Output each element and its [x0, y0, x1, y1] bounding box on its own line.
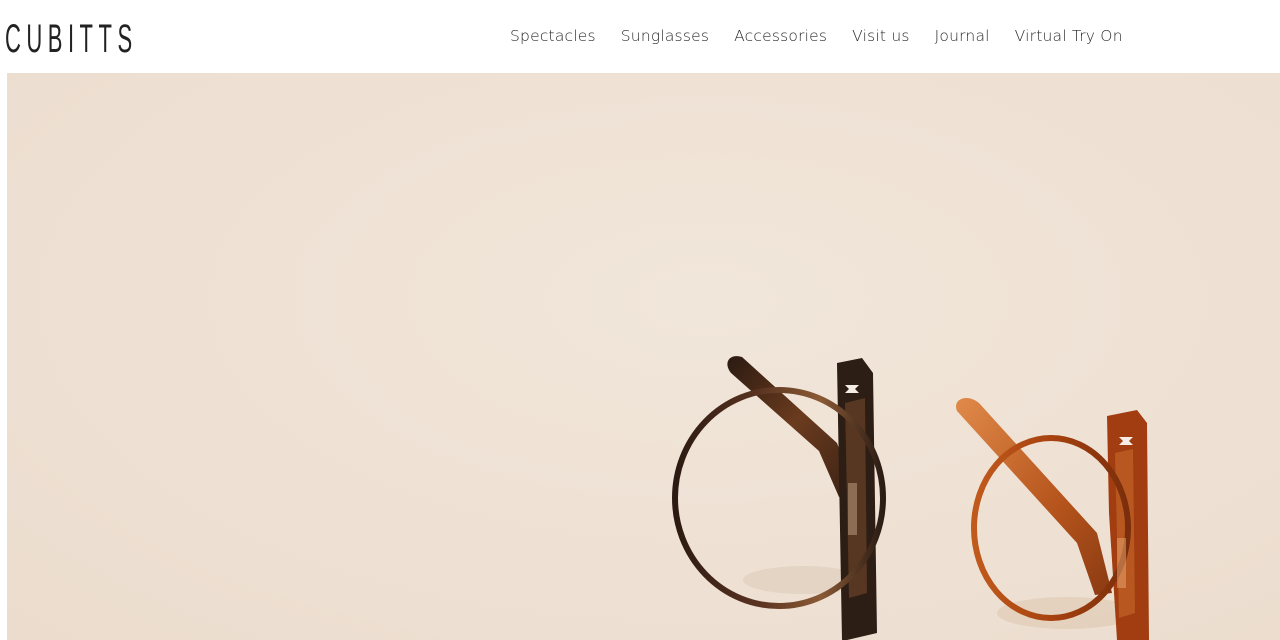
- main-nav: Spectacles Sunglasses Accessories Visit …: [510, 27, 1148, 45]
- nav-journal[interactable]: Journal: [935, 27, 990, 45]
- glasses-illustration: [672, 356, 1149, 640]
- nav-accessories[interactable]: Accessories: [734, 27, 827, 45]
- tortoise-glasses: [672, 356, 886, 640]
- nav-sunglasses[interactable]: Sunglasses: [621, 27, 709, 45]
- cubitts-logo[interactable]: CUBITTS: [5, 19, 138, 59]
- nav-visit-us[interactable]: Visit us: [852, 27, 909, 45]
- amber-glasses: [956, 397, 1149, 640]
- nav-virtual-try-on[interactable]: Virtual Try On: [1015, 27, 1123, 45]
- hero-image[interactable]: [7, 73, 1280, 640]
- site-header: CUBITTS Spectacles Sunglasses Accessorie…: [0, 0, 1280, 73]
- nav-spectacles[interactable]: Spectacles: [510, 27, 596, 45]
